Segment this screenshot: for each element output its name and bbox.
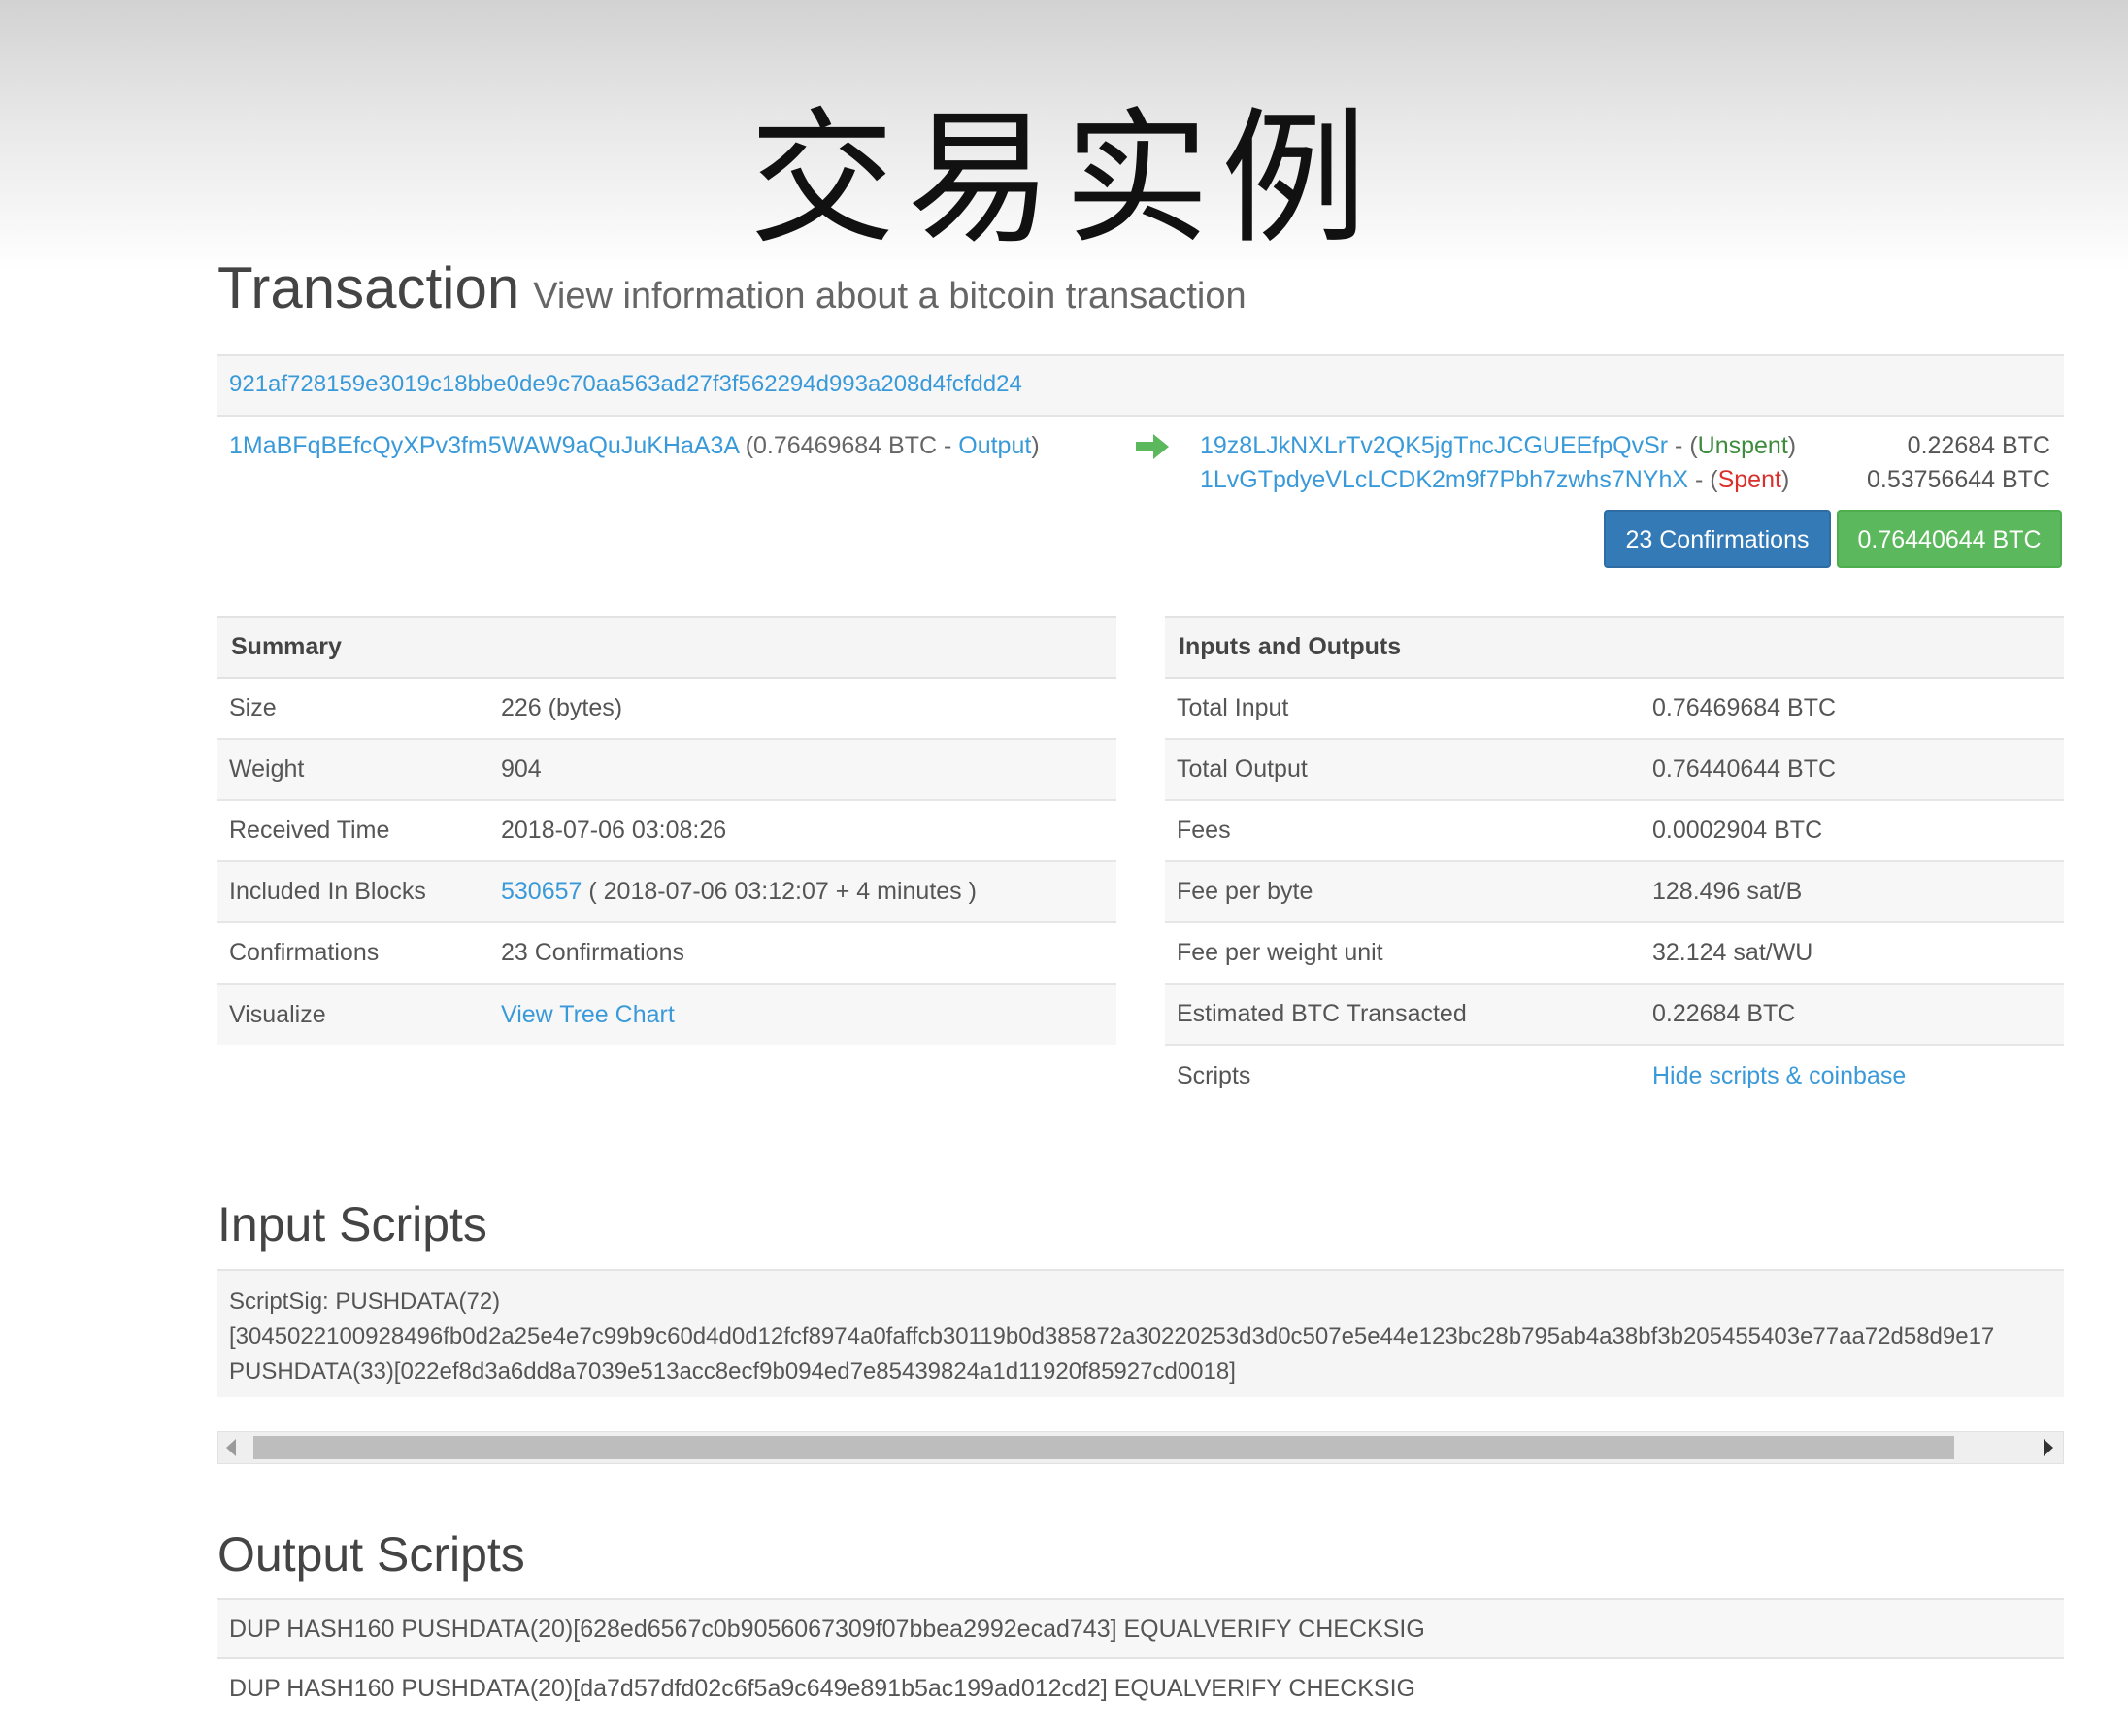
table-row: Scripts Hide scripts & coinbase [1165,1045,2064,1106]
row-key: Included In Blocks [217,861,489,923]
row-value: 23 Confirmations [489,922,1116,985]
table-row: Received Time 2018-07-06 03:08:26 [217,800,1116,862]
input-address-link[interactable]: 1MaBFqBEfcQyXPv3fm5WAW9aQuJuKHaA3A [229,432,739,459]
row-key: Total Output [1165,739,1641,801]
scroll-left-icon[interactable] [226,1439,236,1456]
summary-heading: Summary [217,616,1116,679]
script-line: [3045022100928496fb0d2a25e4e7c99b9c60d4d… [229,1323,1995,1350]
input-scripts-title: Input Scripts [217,1197,487,1252]
row-value: 226 (bytes) [489,678,1116,740]
output-close: ) [1780,466,1790,493]
table-row: Included In Blocks 530657 ( 2018-07-06 03… [217,861,1116,923]
scrollbar-thumb[interactable] [253,1436,1954,1459]
page-title: Transaction [217,255,520,320]
tx-hash-row: 921af728159e3019c18bbe0de9c70aa563ad27f3… [217,354,2064,417]
view-tree-chart-link[interactable]: View Tree Chart [501,1001,675,1028]
inputs-outputs-table: Inputs and Outputs Total Input 0.76469684… [1165,616,2064,1106]
input-close-paren: ) [1031,432,1040,459]
row-value: 0.22684 BTC [1641,984,2064,1046]
row-value: View Tree Chart [489,984,1116,1045]
row-value: 530657 ( 2018-07-06 03:12:07 + 4 minutes… [489,861,1116,923]
output-sep: - ( [1668,432,1698,459]
row-value: 128.496 sat/B [1641,861,2064,923]
row-key: Fees [1165,800,1641,862]
row-value: 0.76469684 BTC [1641,678,2064,740]
summary-table: Summary Size 226 (bytes) Weight 904 Receiv… [217,616,1116,1045]
row-value: 0.76440644 BTC [1641,739,2064,801]
arrow-right-icon [1136,434,1169,459]
table-row: Confirmations 23 Confirmations [217,922,1116,985]
slide-title-banner: 交易实例 [748,95,1379,264]
row-value: 2018-07-06 03:08:26 [489,800,1116,862]
table-row: Fees 0.0002904 BTC [1165,800,2064,862]
block-time: ( 2018-07-06 03:12:07 + 4 minutes ) [582,878,977,905]
input-output-link[interactable]: Output [958,432,1031,459]
output-amount: 0.53756644 BTC [1866,466,2050,493]
output-status-link[interactable]: Unspent [1698,432,1788,459]
output-script-line: DUP HASH160 PUSHDATA(20)[628ed6567c0b905… [217,1598,2064,1659]
row-key: Weight [217,739,489,801]
output-close: ) [1787,432,1797,459]
table-row: Fee per byte 128.496 sat/B [1165,861,2064,923]
row-value: Hide scripts & coinbase [1641,1045,2064,1106]
table-row: Total Input 0.76469684 BTC [1165,678,2064,740]
output-status-link[interactable]: Spent [1718,466,1781,493]
transaction-box: 921af728159e3019c18bbe0de9c70aa563ad27f3… [217,354,2064,570]
io-heading: Inputs and Outputs [1165,616,2064,679]
page-header: Transaction View information about a bitc… [217,254,1247,321]
row-key: Fee per weight unit [1165,922,1641,985]
row-key: Visualize [217,984,489,1045]
table-row: Weight 904 [217,739,1116,801]
input-script-box: ScriptSig: PUSHDATA(72) [304502210092849… [217,1269,2064,1397]
table-row: Total Output 0.76440644 BTC [1165,739,2064,801]
total-amount-button[interactable]: 0.76440644 BTC [1837,510,2062,568]
row-value: 32.124 sat/WU [1641,922,2064,985]
output-sep: - ( [1688,466,1718,493]
row-key: Estimated BTC Transacted [1165,984,1641,1046]
block-link[interactable]: 530657 [501,878,582,905]
output-row: 1LvGTpdyeVLcLCDK2m9f7Pbh7zwhs7NYhX - (Sp… [1200,466,2064,500]
row-key: Scripts [1177,1061,1251,1089]
hide-scripts-link[interactable]: Hide scripts & coinbase [1652,1062,1906,1089]
confirmations-button[interactable]: 23 Confirmations [1604,510,1831,568]
input-entry: 1MaBFqBEfcQyXPv3fm5WAW9aQuJuKHaA3A (0.76… [229,432,1040,460]
output-amount: 0.22684 BTC [1907,432,2050,459]
row-key: Received Time [217,800,489,862]
row-key: Size [217,678,489,740]
output-row: 19z8LJkNXLrTv2QK5jgTncJCGUEEfpQvSr - (Un… [1200,432,2064,466]
horizontal-scrollbar[interactable] [217,1431,2064,1464]
output-address-link[interactable]: 19z8LJkNXLrTv2QK5jgTncJCGUEEfpQvSr [1200,432,1668,459]
script-line: ScriptSig: PUSHDATA(72) [229,1288,501,1315]
script-line: PUSHDATA(33)[022ef8d3a6dd8a7039e513acc8e… [229,1358,1236,1385]
table-row: Size 226 (bytes) [217,678,1116,740]
row-value: 904 [489,739,1116,801]
output-script-line: DUP HASH160 PUSHDATA(20)[da7d57dfd02c6f5… [229,1675,1415,1702]
input-amount-text: (0.76469684 BTC - [745,432,959,459]
output-address-link[interactable]: 1LvGTpdyeVLcLCDK2m9f7Pbh7zwhs7NYhX [1200,466,1688,493]
table-row: Estimated BTC Transacted 0.22684 BTC [1165,984,2064,1046]
tx-hash-link[interactable]: 921af728159e3019c18bbe0de9c70aa563ad27f3… [229,371,1022,397]
output-list: 19z8LJkNXLrTv2QK5jgTncJCGUEEfpQvSr - (Un… [1200,432,2064,500]
table-row: Fee per weight unit 32.124 sat/WU [1165,922,2064,985]
row-value: 0.0002904 BTC [1641,800,2064,862]
row-key: Total Input [1165,678,1641,740]
table-row: Visualize View Tree Chart [217,984,1116,1045]
output-scripts-title: Output Scripts [217,1527,525,1582]
scroll-right-icon[interactable] [2044,1439,2053,1456]
row-key: Fee per byte [1165,861,1641,923]
page-subtitle: View information about a bitcoin transac… [533,276,1247,317]
row-key: Confirmations [217,922,489,985]
